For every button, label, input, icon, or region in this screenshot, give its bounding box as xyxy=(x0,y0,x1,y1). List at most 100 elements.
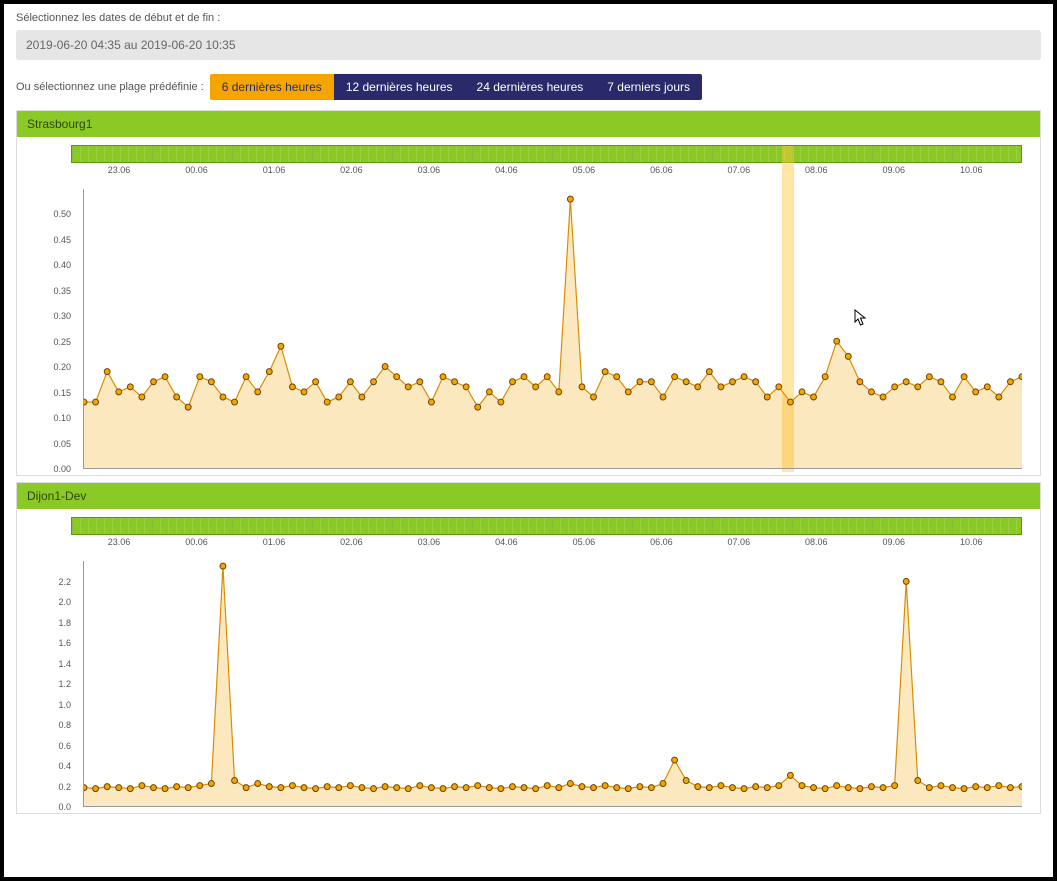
data-point[interactable] xyxy=(776,783,782,789)
chart-plot[interactable] xyxy=(83,189,1022,469)
data-point[interactable] xyxy=(394,785,400,791)
data-point[interactable] xyxy=(151,785,157,791)
data-point[interactable] xyxy=(452,784,458,790)
data-point[interactable] xyxy=(290,384,296,390)
data-point[interactable] xyxy=(938,783,944,789)
data-point[interactable] xyxy=(290,783,296,789)
data-point[interactable] xyxy=(498,399,504,405)
data-point[interactable] xyxy=(104,369,110,375)
data-point[interactable] xyxy=(278,343,284,349)
data-point[interactable] xyxy=(695,384,701,390)
data-point[interactable] xyxy=(313,379,319,385)
data-point[interactable] xyxy=(880,394,886,400)
data-point[interactable] xyxy=(683,379,689,385)
data-point[interactable] xyxy=(649,785,655,791)
data-point[interactable] xyxy=(197,783,203,789)
data-point[interactable] xyxy=(706,369,712,375)
data-point[interactable] xyxy=(614,785,620,791)
data-point[interactable] xyxy=(892,384,898,390)
data-point[interactable] xyxy=(475,783,481,789)
data-point[interactable] xyxy=(683,777,689,783)
data-point[interactable] xyxy=(347,379,353,385)
data-point[interactable] xyxy=(996,394,1002,400)
data-point[interactable] xyxy=(660,394,666,400)
data-point[interactable] xyxy=(382,784,388,790)
data-point[interactable] xyxy=(695,784,701,790)
data-point[interactable] xyxy=(1007,785,1013,791)
data-point[interactable] xyxy=(174,784,180,790)
data-point[interactable] xyxy=(405,786,411,792)
data-point[interactable] xyxy=(197,374,203,380)
data-point[interactable] xyxy=(625,389,631,395)
data-point[interactable] xyxy=(556,389,562,395)
data-point[interactable] xyxy=(776,384,782,390)
data-point[interactable] xyxy=(903,379,909,385)
data-point[interactable] xyxy=(915,777,921,783)
data-point[interactable] xyxy=(984,785,990,791)
data-point[interactable] xyxy=(243,785,249,791)
data-point[interactable] xyxy=(764,394,770,400)
data-point[interactable] xyxy=(84,785,87,791)
data-point[interactable] xyxy=(869,784,875,790)
data-point[interactable] xyxy=(510,379,516,385)
data-point[interactable] xyxy=(614,374,620,380)
data-point[interactable] xyxy=(324,399,330,405)
data-point[interactable] xyxy=(950,394,956,400)
data-point[interactable] xyxy=(255,389,261,395)
preset-button[interactable]: 24 dernières heures xyxy=(465,74,596,100)
data-point[interactable] xyxy=(104,784,110,790)
data-point[interactable] xyxy=(533,786,539,792)
data-point[interactable] xyxy=(764,785,770,791)
data-point[interactable] xyxy=(637,784,643,790)
data-point[interactable] xyxy=(961,786,967,792)
data-point[interactable] xyxy=(359,394,365,400)
data-point[interactable] xyxy=(625,786,631,792)
data-point[interactable] xyxy=(475,404,481,410)
data-point[interactable] xyxy=(301,785,307,791)
data-point[interactable] xyxy=(973,389,979,395)
data-point[interactable] xyxy=(926,785,932,791)
data-point[interactable] xyxy=(266,784,272,790)
data-point[interactable] xyxy=(463,785,469,791)
data-point[interactable] xyxy=(174,394,180,400)
data-point[interactable] xyxy=(440,374,446,380)
chart-plot[interactable] xyxy=(83,561,1022,807)
data-point[interactable] xyxy=(428,399,434,405)
data-point[interactable] xyxy=(428,785,434,791)
data-point[interactable] xyxy=(93,399,99,405)
data-point[interactable] xyxy=(301,389,307,395)
data-point[interactable] xyxy=(220,394,226,400)
data-point[interactable] xyxy=(718,783,724,789)
data-point[interactable] xyxy=(591,785,597,791)
data-point[interactable] xyxy=(787,399,793,405)
preset-button[interactable]: 12 dernières heures xyxy=(334,74,465,100)
data-point[interactable] xyxy=(521,374,527,380)
data-point[interactable] xyxy=(880,785,886,791)
data-point[interactable] xyxy=(567,781,573,787)
data-point[interactable] xyxy=(382,364,388,370)
data-point[interactable] xyxy=(116,389,122,395)
data-point[interactable] xyxy=(915,384,921,390)
data-point[interactable] xyxy=(139,783,145,789)
data-point[interactable] xyxy=(1019,374,1022,380)
data-point[interactable] xyxy=(417,379,423,385)
data-point[interactable] xyxy=(336,785,342,791)
data-point[interactable] xyxy=(220,563,226,569)
data-point[interactable] xyxy=(336,394,342,400)
data-point[interactable] xyxy=(741,786,747,792)
data-point[interactable] xyxy=(127,384,133,390)
data-point[interactable] xyxy=(440,786,446,792)
data-point[interactable] xyxy=(533,384,539,390)
data-point[interactable] xyxy=(324,784,330,790)
data-point[interactable] xyxy=(347,783,353,789)
data-point[interactable] xyxy=(753,784,759,790)
data-point[interactable] xyxy=(162,786,168,792)
data-point[interactable] xyxy=(243,374,249,380)
data-point[interactable] xyxy=(799,783,805,789)
data-point[interactable] xyxy=(544,783,550,789)
data-point[interactable] xyxy=(510,784,516,790)
data-point[interactable] xyxy=(845,785,851,791)
preset-button[interactable]: 7 derniers jours xyxy=(595,74,702,100)
data-point[interactable] xyxy=(151,379,157,385)
data-point[interactable] xyxy=(602,783,608,789)
